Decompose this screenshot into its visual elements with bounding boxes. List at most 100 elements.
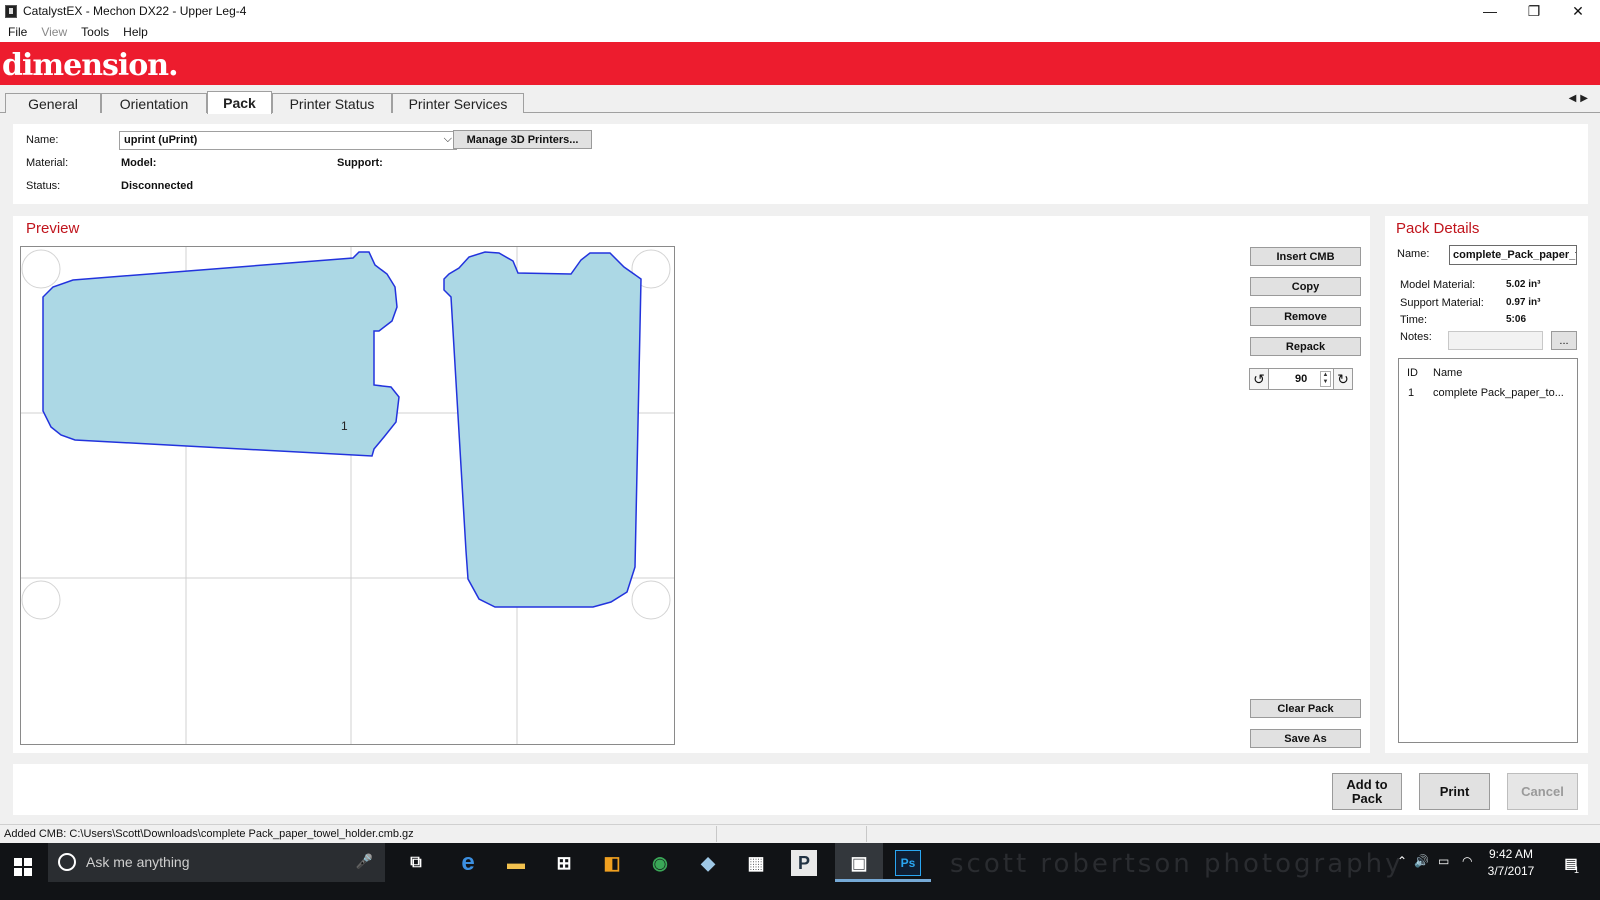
p-app-icon[interactable]: P bbox=[791, 850, 817, 876]
calculator-icon[interactable]: ▦ bbox=[743, 850, 769, 876]
cortana-search-box[interactable]: Ask me anything 🎤 bbox=[48, 843, 385, 882]
chevron-down-icon: ⌵ bbox=[443, 133, 452, 145]
notes-app-icon[interactable]: ◆ bbox=[695, 850, 721, 876]
store-icon[interactable]: ⊞ bbox=[551, 850, 577, 876]
add-to-pack-label: Add to Pack bbox=[1346, 776, 1388, 806]
menu-help[interactable]: Help bbox=[123, 25, 148, 39]
support-material-value: 0.97 in³ bbox=[1506, 297, 1541, 308]
manage-printers-button[interactable]: Manage 3D Printers... bbox=[453, 130, 592, 149]
pack-name-label: Name: bbox=[1397, 248, 1430, 260]
column-name: Name bbox=[1433, 367, 1463, 379]
model-material-value: 5.02 in³ bbox=[1506, 279, 1541, 290]
tab-printer-services[interactable]: Printer Services bbox=[392, 93, 524, 113]
list-item-name[interactable]: complete Pack_paper_to... bbox=[1433, 387, 1564, 399]
rotation-stepper: ↺ 90 ▲ ▼ ↻ bbox=[1249, 368, 1353, 390]
material-label: Material: bbox=[26, 157, 69, 169]
maximize-button[interactable]: ❐ bbox=[1512, 0, 1556, 22]
title-bar: CatalystEX - Mechon DX22 - Upper Leg-4 —… bbox=[0, 0, 1600, 22]
model-label: Model: bbox=[121, 157, 157, 169]
task-view-icon[interactable]: ⧉ bbox=[403, 850, 429, 876]
printer-name-label: Name: bbox=[26, 134, 59, 146]
status-bar: Added CMB: C:\Users\Scott\Downloads\comp… bbox=[0, 824, 1600, 843]
column-id: ID bbox=[1407, 367, 1418, 379]
tab-general[interactable]: General bbox=[5, 93, 101, 113]
notes-input[interactable] bbox=[1448, 331, 1543, 350]
status-divider bbox=[866, 826, 867, 842]
microphone-icon[interactable]: 🎤 bbox=[356, 853, 373, 870]
notification-count: 1 bbox=[1574, 865, 1580, 875]
rotation-angle-input[interactable]: 90 ▲ ▼ bbox=[1269, 368, 1333, 390]
angle-spinner-icon[interactable]: ▲ ▼ bbox=[1320, 371, 1331, 387]
dimension-logo: dimension. bbox=[2, 48, 179, 83]
clock-date: 3/7/2017 bbox=[1487, 864, 1535, 878]
windows-start-icon[interactable] bbox=[14, 858, 32, 876]
save-as-button[interactable]: Save As bbox=[1250, 729, 1361, 748]
add-to-pack-button[interactable]: Add to Pack bbox=[1332, 773, 1402, 810]
tab-pack[interactable]: Pack bbox=[207, 91, 272, 114]
volume-icon[interactable]: 🔊 bbox=[1414, 854, 1429, 868]
model-material-label: Model Material: bbox=[1400, 279, 1476, 291]
app-icon bbox=[5, 4, 17, 18]
build-plate-canvas[interactable]: 1 bbox=[20, 246, 675, 745]
battery-icon[interactable]: ▭ bbox=[1438, 854, 1449, 868]
photoshop-indicator bbox=[883, 879, 931, 882]
menu-file[interactable]: File bbox=[8, 25, 27, 39]
clear-pack-button[interactable]: Clear Pack bbox=[1250, 699, 1361, 718]
list-item-id[interactable]: 1 bbox=[1408, 387, 1414, 399]
menu-view[interactable]: View bbox=[41, 25, 67, 39]
active-app-indicator bbox=[835, 879, 883, 882]
windows-taskbar: Ask me anything 🎤 ⧉ e ▬ ⊞ ◧ ◉ ◆ ▦ P ▣ Ps… bbox=[0, 843, 1600, 900]
close-button[interactable]: ✕ bbox=[1556, 0, 1600, 22]
pack-parts-list[interactable]: ID Name 1 complete Pack_paper_to... bbox=[1398, 358, 1578, 743]
insert-cmb-button[interactable]: Insert CMB bbox=[1250, 247, 1361, 266]
edge-browser-icon[interactable]: e bbox=[455, 849, 481, 876]
remove-button[interactable]: Remove bbox=[1250, 307, 1361, 326]
rotate-cw-icon[interactable]: ↻ bbox=[1333, 368, 1353, 390]
status-value: Disconnected bbox=[121, 180, 194, 192]
cancel-button[interactable]: Cancel bbox=[1507, 773, 1578, 810]
action-center-icon[interactable]: ▤ bbox=[1558, 850, 1584, 876]
photographer-watermark: scott robertson photography bbox=[950, 849, 1404, 879]
notes-browse-button[interactable]: ... bbox=[1551, 331, 1577, 350]
minimize-button[interactable]: — bbox=[1468, 0, 1512, 22]
photoshop-icon[interactable]: Ps bbox=[895, 850, 921, 876]
build-plate-drawing: 1 bbox=[21, 247, 674, 744]
print-button[interactable]: Print bbox=[1419, 773, 1490, 810]
copy-button[interactable]: Copy bbox=[1250, 277, 1361, 296]
part-2-shape[interactable] bbox=[443, 251, 642, 608]
catalystex-taskbar-icon[interactable]: ▣ bbox=[846, 850, 872, 876]
tab-printer-status[interactable]: Printer Status bbox=[272, 93, 392, 113]
outlook-icon[interactable]: ◧ bbox=[599, 850, 625, 876]
status-divider bbox=[716, 826, 717, 842]
tray-expand-icon[interactable]: ⌃ bbox=[1397, 854, 1407, 868]
support-label: Support: bbox=[337, 157, 383, 169]
cortana-icon bbox=[58, 853, 76, 871]
preview-title: Preview bbox=[26, 220, 80, 237]
search-placeholder: Ask me anything bbox=[86, 854, 190, 870]
file-explorer-icon[interactable]: ▬ bbox=[503, 850, 529, 876]
status-message: Added CMB: C:\Users\Scott\Downloads\comp… bbox=[4, 828, 414, 840]
taskbar-clock[interactable]: 9:42 AM 3/7/2017 bbox=[1476, 846, 1546, 880]
wifi-icon[interactable]: ◠ bbox=[1462, 854, 1472, 868]
rotation-angle-value: 90 bbox=[1295, 373, 1308, 385]
printer-info-panel: Name: uprint (uPrint) ⌵ Manage 3D Printe… bbox=[13, 124, 1588, 204]
brand-banner: dimension. bbox=[0, 42, 1600, 85]
notes-label: Notes: bbox=[1400, 331, 1432, 343]
pack-details-title: Pack Details bbox=[1396, 220, 1480, 237]
window-title: CatalystEX - Mechon DX22 - Upper Leg-4 bbox=[23, 4, 247, 18]
support-material-label: Support Material: bbox=[1400, 297, 1484, 309]
printer-select-value: uprint (uPrint) bbox=[124, 134, 198, 146]
repack-button[interactable]: Repack bbox=[1250, 337, 1361, 356]
time-label: Time: bbox=[1400, 314, 1428, 326]
rotate-ccw-icon[interactable]: ↺ bbox=[1249, 368, 1269, 390]
status-label: Status: bbox=[26, 180, 61, 192]
tab-bar: General Orientation Pack Printer Status … bbox=[0, 85, 1600, 114]
menu-tools[interactable]: Tools bbox=[81, 25, 109, 39]
chrome-icon[interactable]: ◉ bbox=[647, 850, 673, 876]
menu-bar: File View Tools Help bbox=[0, 22, 1600, 42]
time-value: 5:06 bbox=[1506, 314, 1527, 325]
pack-name-input[interactable]: complete_Pack_paper_t bbox=[1449, 245, 1577, 265]
tab-scroll-arrows[interactable]: ◀▶ bbox=[1569, 93, 1592, 104]
printer-select[interactable]: uprint (uPrint) ⌵ bbox=[119, 131, 457, 150]
tab-orientation[interactable]: Orientation bbox=[101, 93, 207, 113]
